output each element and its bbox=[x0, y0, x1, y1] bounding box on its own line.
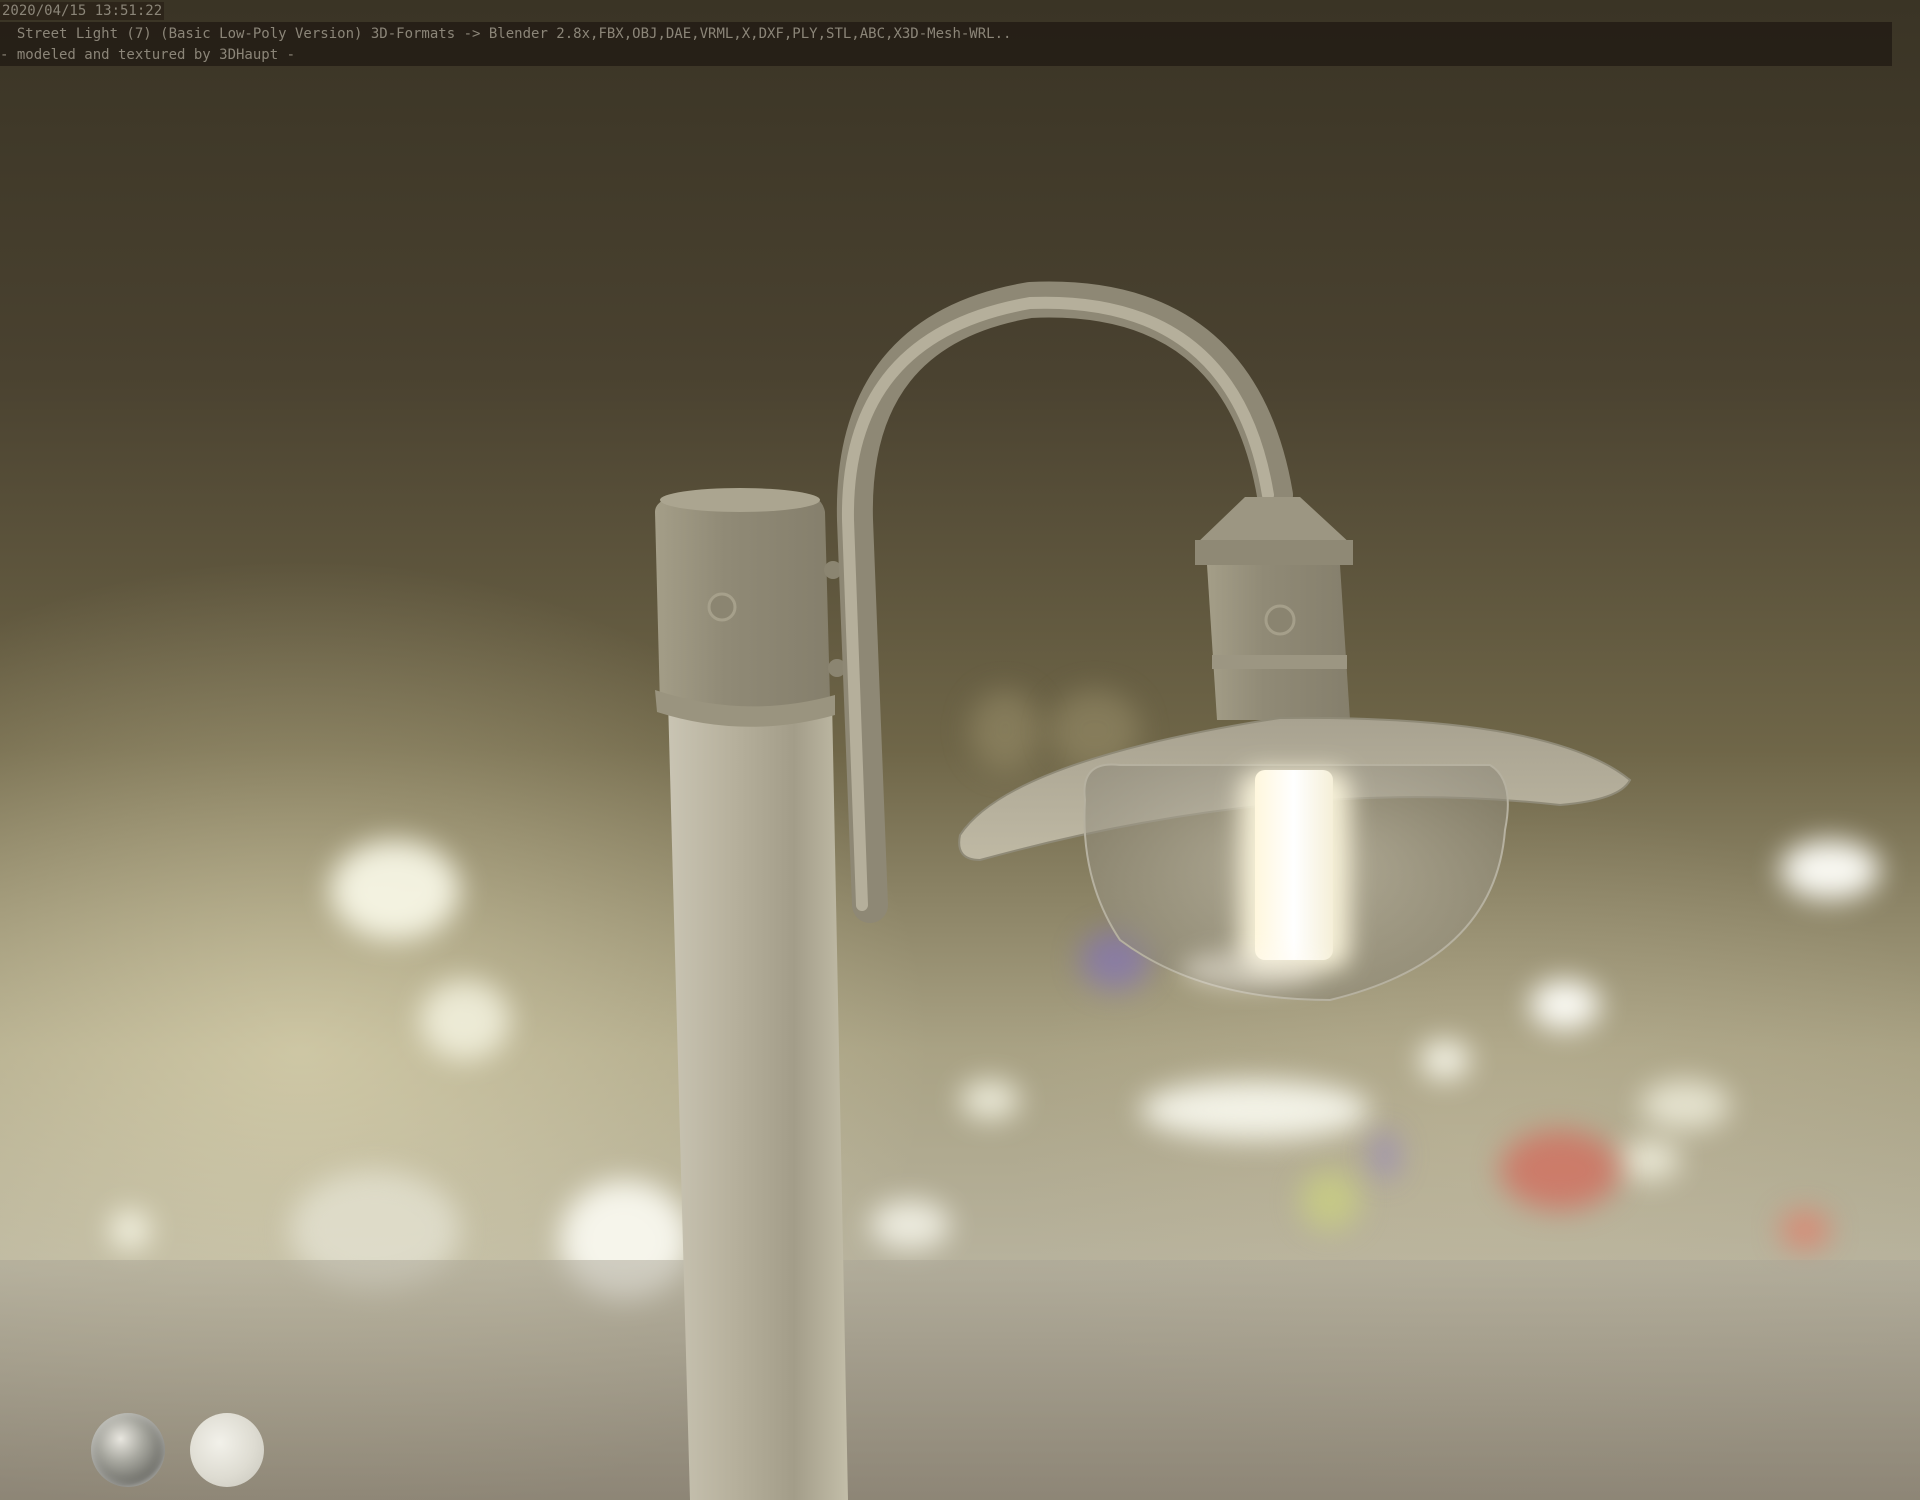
lamp-head bbox=[958, 497, 1632, 1002]
environment-sphere-icon[interactable] bbox=[91, 1413, 165, 1487]
matte-sphere-icon[interactable] bbox=[190, 1413, 264, 1487]
lamp-post bbox=[655, 488, 848, 1500]
3d-viewport[interactable]: 2020/04/15 13:51:22 Street Light (7) (Ba… bbox=[0, 0, 1920, 1500]
model-title: Street Light (7) (Basic Low-Poly Version… bbox=[0, 26, 1012, 42]
model-credit: - modeled and textured by 3DHaupt - bbox=[0, 47, 296, 63]
timestamp: 2020/04/15 13:51:22 bbox=[0, 2, 165, 20]
street-lamp-model[interactable] bbox=[0, 0, 1920, 1500]
